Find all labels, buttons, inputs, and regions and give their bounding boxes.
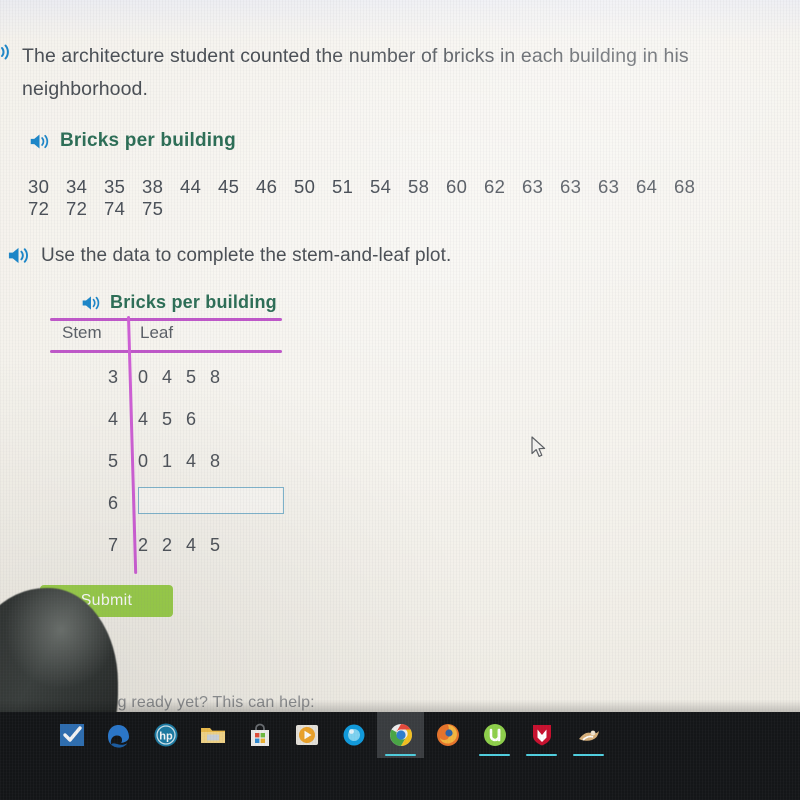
open-app-indicator (526, 753, 557, 756)
stem-value: 3 (107, 366, 118, 387)
data-value: 72 (66, 198, 88, 219)
open-app-indicator (479, 753, 510, 756)
file-explorer-icon[interactable] (189, 712, 236, 758)
data-value: 58 (408, 176, 430, 197)
column-header-leaf: Leaf (140, 323, 174, 342)
data-value: 63 (560, 176, 582, 197)
speaker-icon[interactable] (0, 40, 12, 64)
firefox-browser-icon[interactable] (424, 712, 471, 758)
table-row: 7 2 2 4 5 (50, 524, 290, 566)
data-value: 68 (674, 176, 696, 197)
archive-utility-icon[interactable] (565, 712, 612, 758)
edge-browser-icon[interactable] (95, 712, 142, 758)
windows-taskbar: hp (0, 712, 800, 800)
speaker-icon[interactable] (80, 293, 102, 313)
chrome-browser-icon[interactable] (377, 712, 424, 758)
photographed-screen: The architecture student counted the num… (0, 0, 800, 800)
open-app-indicator (573, 753, 604, 756)
question-text: The architecture student counted the num… (22, 45, 689, 100)
table-row: 4 4 5 6 (50, 398, 290, 440)
data-value: 44 (180, 176, 202, 197)
column-header-stem: Stem (62, 323, 102, 342)
mcafee-shield-icon[interactable] (518, 712, 565, 758)
question-line: The architecture student counted the num… (0, 40, 746, 106)
data-values: 30 34 35 38 44 45 46 50 51 54 58 60 62 6… (28, 176, 800, 220)
speaker-icon[interactable] (6, 244, 31, 267)
leaf-value: 0 1 4 8 (138, 450, 225, 471)
data-value: 63 (522, 176, 544, 197)
svg-text:hp: hp (159, 731, 173, 743)
data-value: 63 (598, 176, 620, 197)
data-value: 50 (294, 176, 316, 197)
task-view-check-icon[interactable] (48, 712, 95, 758)
hp-support-icon[interactable]: hp (142, 712, 189, 758)
stem-value: 6 (107, 492, 118, 513)
plot-title: Bricks per building (110, 292, 277, 312)
data-values-row-1: 30 34 35 38 44 45 46 50 51 54 58 60 62 6… (28, 176, 800, 198)
data-heading: Bricks per building (28, 130, 236, 152)
table-top-rule (50, 318, 282, 321)
data-value: 34 (66, 176, 88, 197)
data-value: 54 (370, 176, 392, 197)
data-value: 62 (484, 176, 506, 197)
stem-value: 5 (107, 450, 118, 471)
data-value: 64 (636, 176, 658, 197)
data-value: 51 (332, 176, 354, 197)
stem-value: 7 (107, 534, 118, 555)
data-value: 74 (104, 198, 126, 219)
data-heading-title: Bricks per building (60, 130, 236, 151)
table-row: 5 0 1 4 8 (50, 440, 290, 482)
instruction-text: Use the data to complete the stem-and-le… (41, 244, 452, 266)
table-row: 3 0 4 5 8 (50, 356, 290, 398)
data-value: 75 (142, 198, 164, 219)
stem-and-leaf-plot: Bricks per building Stem Leaf 3 0 4 5 8 … (50, 292, 290, 574)
leaf-input-stem-6[interactable] (138, 487, 284, 514)
plot-heading: Bricks per building (80, 292, 290, 313)
data-value: 45 (218, 176, 240, 197)
microsoft-store-icon[interactable] (236, 712, 283, 758)
utorrent-icon[interactable] (471, 712, 518, 758)
speaker-icon[interactable] (28, 131, 51, 152)
data-value: 60 (446, 176, 468, 197)
leaf-value: 0 4 5 8 (138, 366, 225, 387)
data-value: 35 (104, 176, 126, 197)
data-value: 72 (28, 198, 50, 219)
data-values-row-2: 72 72 74 75 (28, 198, 800, 220)
leaf-value: 2 2 4 5 (138, 534, 225, 555)
plot-rows: 3 0 4 5 8 4 4 5 6 5 0 1 4 8 6 7 2 2 4 5 (50, 356, 290, 566)
active-app-indicator (385, 753, 416, 756)
data-value: 38 (142, 176, 164, 197)
data-value: 46 (256, 176, 278, 197)
instruction-line: Use the data to complete the stem-and-le… (6, 244, 451, 267)
mouse-cursor (531, 436, 548, 465)
table-header-rule (50, 350, 282, 353)
blue-orb-app-icon[interactable] (330, 712, 377, 758)
table-row: 6 (50, 482, 290, 524)
stem-value: 4 (107, 408, 118, 429)
media-player-icon[interactable] (283, 712, 330, 758)
data-value: 30 (28, 176, 50, 197)
leaf-value: 4 5 6 (138, 408, 201, 429)
